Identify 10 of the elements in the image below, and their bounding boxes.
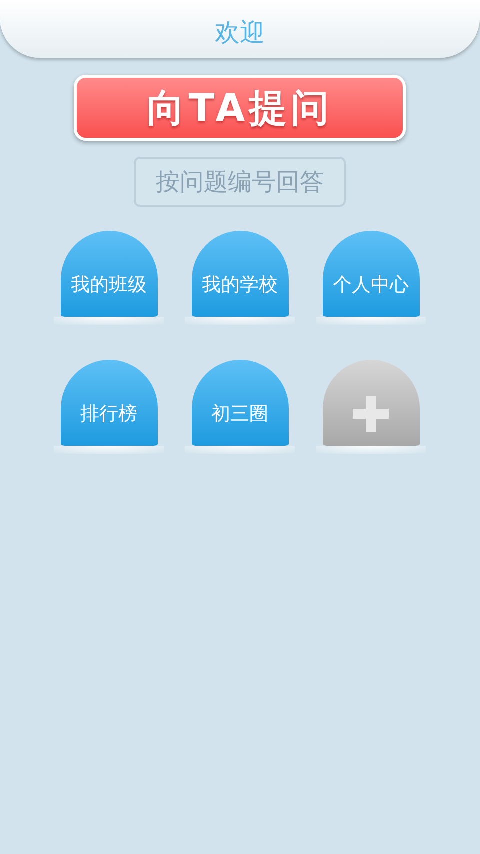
answer-button[interactable]: 按问题编号回答 bbox=[134, 157, 346, 207]
menu-tile[interactable]: 初三圈 bbox=[192, 360, 288, 446]
menu-tile[interactable]: 个人中心 bbox=[322, 231, 420, 317]
add-button[interactable] bbox=[322, 360, 420, 446]
menu-tile[interactable]: 我的学校 bbox=[192, 231, 288, 317]
ask-button[interactable]: 向TA提问 bbox=[74, 75, 406, 141]
page-title: 欢迎 bbox=[215, 16, 265, 48]
plus-icon bbox=[353, 396, 389, 432]
menu-tile[interactable]: 我的班级 bbox=[60, 231, 158, 317]
menu-tile[interactable]: 排行榜 bbox=[60, 360, 158, 446]
